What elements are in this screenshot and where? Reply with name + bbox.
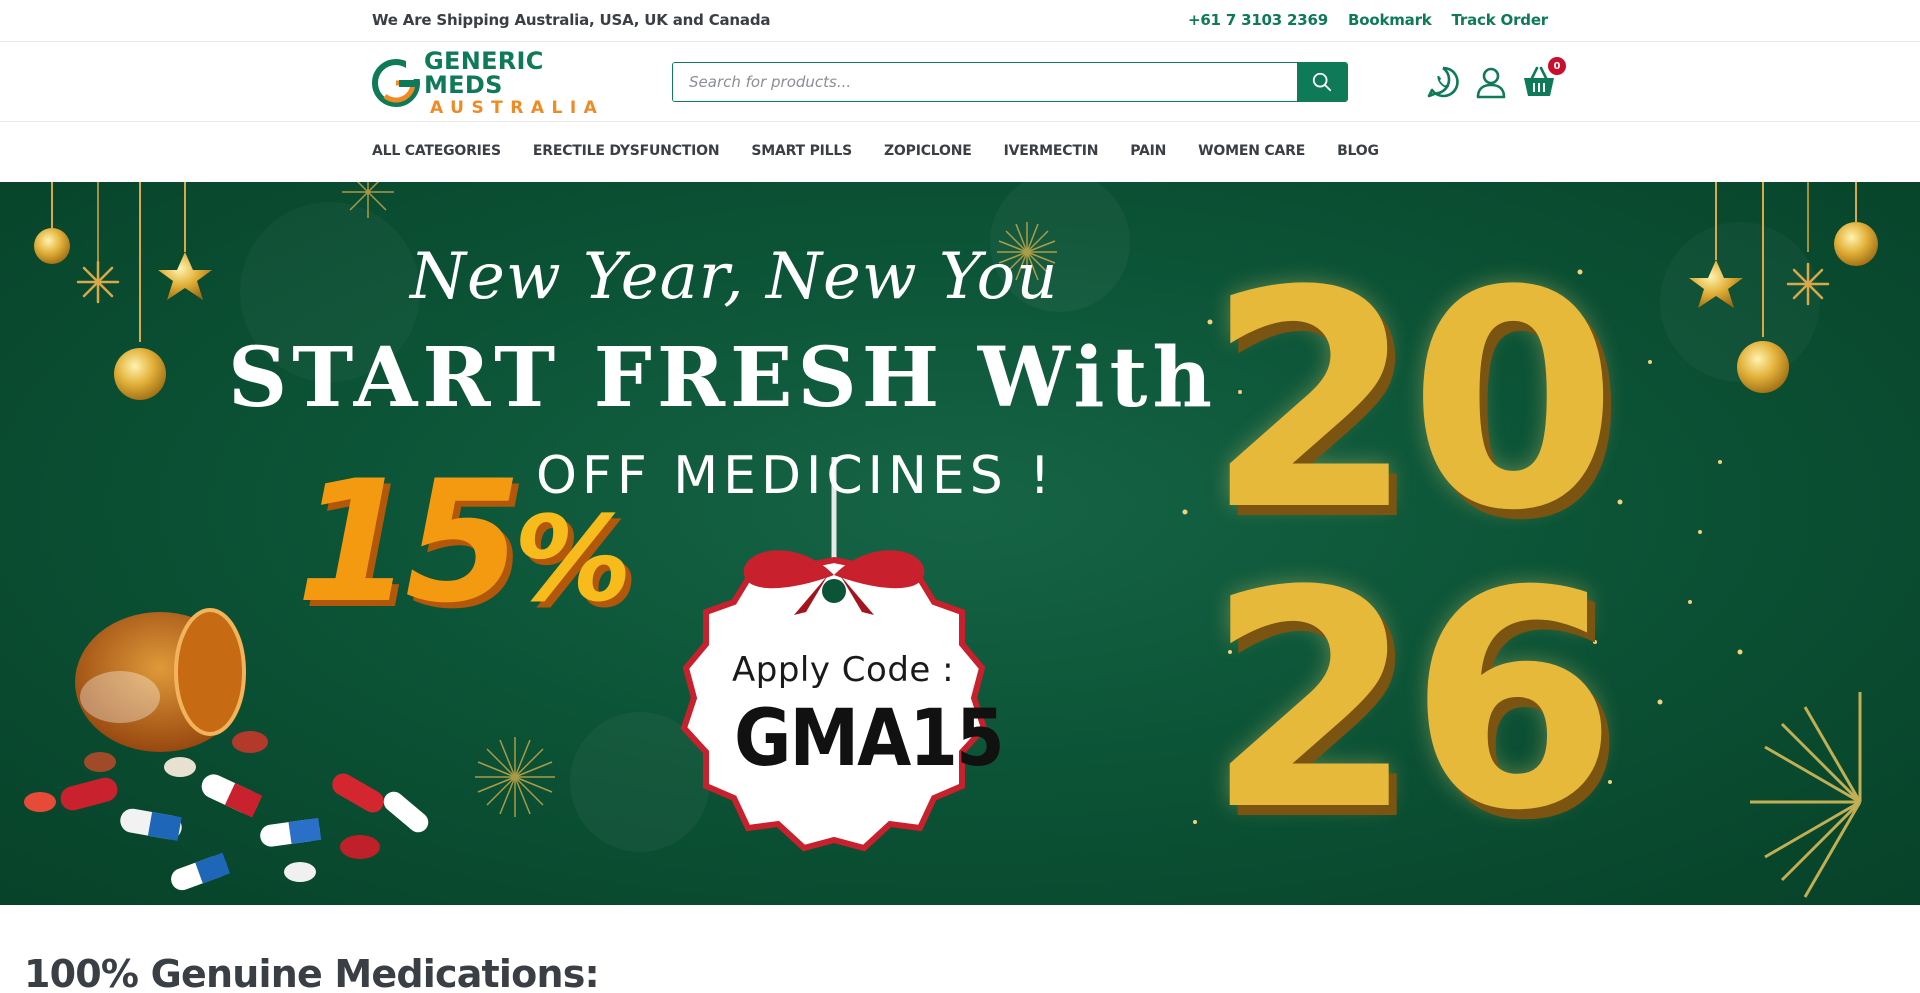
cart-button[interactable]: 0	[1522, 57, 1566, 99]
user-icon	[1476, 67, 1506, 99]
banner-line-1: New Year, New You	[410, 240, 1059, 314]
logo-text: GENERIC MEDS AUSTRALIA	[424, 49, 604, 117]
site-logo[interactable]: GENERIC MEDS AUSTRALIA	[372, 49, 597, 117]
top-bar-links: +61 7 3103 2369 Bookmark Track Order	[1188, 11, 1548, 29]
track-order-link[interactable]: Track Order	[1452, 11, 1549, 29]
banner-line-2: START FRESH With	[228, 330, 1218, 426]
nav-item-ivermectin[interactable]: IVERMECTIN	[1004, 143, 1099, 159]
search-bar	[672, 62, 1348, 102]
search-button[interactable]	[1297, 63, 1347, 101]
logo-g-icon	[372, 59, 420, 107]
nav-item-women-care[interactable]: WOMEN CARE	[1198, 143, 1305, 159]
pill-bottle	[75, 608, 246, 752]
account-button[interactable]	[1474, 65, 1508, 99]
nav-item-erectile-dysfunction[interactable]: ERECTILE DYSFUNCTION	[533, 143, 720, 159]
site-header: GENERIC MEDS AUSTRALIA Search for produc…	[0, 42, 1920, 122]
nav-item-zopiclone[interactable]: ZOPICLONE	[884, 143, 972, 159]
top-bar: We Are Shipping Australia, USA, UK and C…	[0, 0, 1920, 42]
nav-item-pain[interactable]: PAIN	[1130, 143, 1166, 159]
year-top: 20	[1206, 227, 1617, 576]
discount-number: 15	[296, 444, 522, 640]
logo-line-1: GENERIC MEDS	[424, 47, 544, 99]
whatsapp-button[interactable]	[1426, 65, 1460, 99]
phone-link[interactable]: +61 7 3103 2369	[1188, 11, 1328, 29]
nav-item-blog[interactable]: BLOG	[1337, 143, 1379, 159]
code-label: Apply Code :	[732, 650, 955, 690]
shipping-notice: We Are Shipping Australia, USA, UK and C…	[372, 11, 771, 29]
discount-percent: 15%	[296, 444, 632, 640]
whatsapp-icon	[1427, 66, 1459, 98]
header-icons: 0	[1426, 57, 1566, 100]
bookmark-link[interactable]: Bookmark	[1348, 11, 1432, 29]
percent-symbol: %	[513, 490, 633, 628]
promo-banner[interactable]: New Year, New You START FRESH With OFF M…	[0, 182, 1920, 905]
section-headline: 100% Genuine Medications:	[24, 952, 600, 993]
logo-line-2: AUSTRALIA	[430, 98, 605, 118]
cart-count-badge: 0	[1548, 57, 1566, 75]
coupon-code: GMA15	[734, 692, 1005, 784]
nav-item-smart-pills[interactable]: SMART PILLS	[751, 143, 852, 159]
ornament-left	[34, 182, 212, 400]
year-bottom: 26	[1206, 527, 1617, 876]
nav-item-all-categories[interactable]: ALL CATEGORIES	[372, 143, 501, 159]
search-icon	[1312, 72, 1332, 92]
search-input[interactable]	[673, 63, 1297, 101]
main-nav: ALL CATEGORIES ERECTILE DYSFUNCTION SMAR…	[0, 122, 1920, 182]
pills-pile	[24, 731, 429, 891]
